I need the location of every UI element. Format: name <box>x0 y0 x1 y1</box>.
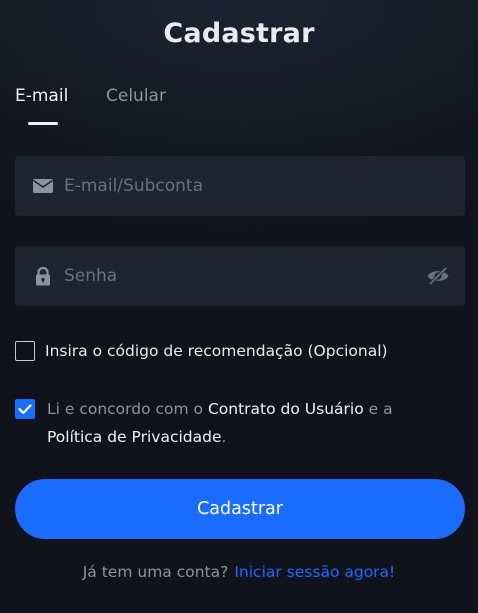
terms-suffix: . <box>221 428 227 446</box>
eye-slash-icon[interactable] <box>426 265 450 287</box>
active-tab-indicator <box>28 122 58 125</box>
referral-checkbox[interactable] <box>15 341 35 361</box>
envelope-icon <box>33 179 53 193</box>
email-field-container <box>15 156 465 216</box>
checkmark-icon <box>18 404 32 415</box>
terms-checkbox[interactable] <box>15 399 35 419</box>
lock-icon <box>36 266 50 286</box>
tab-phone[interactable]: Celular <box>106 86 166 106</box>
terms-prefix: Li e concordo com o <box>47 400 204 418</box>
referral-label[interactable]: Insira o código de recomendação (Opciona… <box>45 341 388 361</box>
email-input[interactable] <box>64 156 414 216</box>
page-title: Cadastrar <box>163 18 315 49</box>
login-link[interactable]: Iniciar sessão agora! <box>234 563 395 581</box>
register-button[interactable]: Cadastrar <box>15 479 465 539</box>
login-question: Já tem uma conta? <box>82 563 229 581</box>
login-prompt: Já tem uma conta? Iniciar sessão agora! <box>0 563 478 581</box>
terms-conjunction: e a <box>368 400 393 418</box>
password-field-container <box>15 246 465 306</box>
tab-email[interactable]: E-mail <box>15 86 68 106</box>
terms-text: Li e concordo com o Contrato do Usuário … <box>47 395 457 451</box>
user-agreement-link[interactable]: Contrato do Usuário <box>208 400 364 418</box>
privacy-policy-link[interactable]: Política de Privacidade <box>47 428 222 446</box>
password-input[interactable] <box>64 246 414 306</box>
